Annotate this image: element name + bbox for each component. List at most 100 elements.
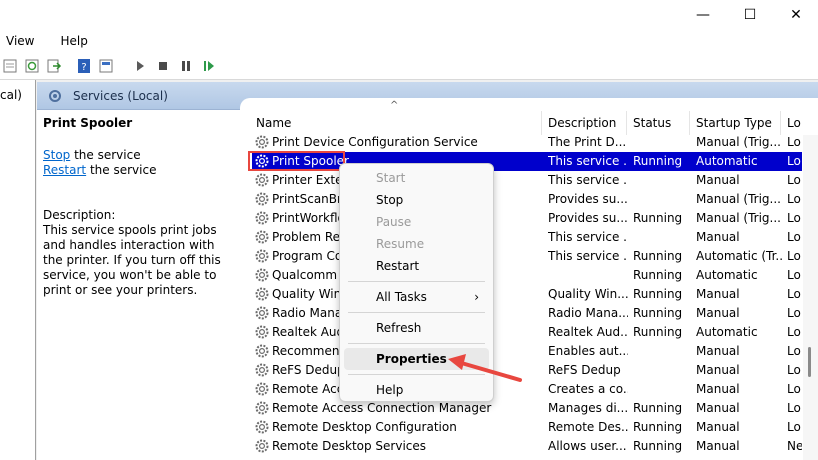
cell-startup-type: Manual bbox=[696, 173, 740, 187]
cell-startup-type: Manual bbox=[696, 439, 740, 453]
minimize-icon: — bbox=[696, 7, 710, 23]
highlight-box bbox=[248, 151, 345, 171]
cell-logon: Lo bbox=[787, 363, 801, 377]
cell-status: Running bbox=[633, 401, 683, 415]
help-toolbar-button[interactable]: ? bbox=[74, 56, 94, 76]
column-header-name[interactable]: Name bbox=[250, 111, 542, 135]
cell-startup-type: Manual (Trig... bbox=[696, 135, 781, 149]
restart-service-link[interactable]: Restart bbox=[43, 163, 86, 177]
pause-icon bbox=[182, 61, 190, 71]
cell-startup-type: Manual bbox=[696, 230, 740, 244]
table-row[interactable]: Radio Manag Radio Mana... Running Manual Lo bbox=[252, 304, 802, 323]
table-row[interactable]: Remote Access Connection Manager Manages … bbox=[252, 399, 802, 418]
menu-item-restart[interactable]: Restart bbox=[344, 255, 489, 277]
cell-logon: Lo bbox=[787, 401, 801, 415]
table-row[interactable]: PrintScanBro Provides su... Manual (Trig..… bbox=[252, 190, 802, 209]
cell-logon: Lo bbox=[787, 325, 801, 339]
menu-item-resume: Resume bbox=[376, 237, 425, 251]
stop-service-link[interactable]: Stop bbox=[43, 148, 70, 162]
menu-item-all-tasks[interactable]: All Tasks › bbox=[344, 286, 489, 308]
table-row[interactable]: Printer Exten This service ... Manual Lo bbox=[252, 171, 802, 190]
cell-status: Running bbox=[633, 211, 683, 225]
service-actions: Stop the service Restart the service bbox=[43, 148, 156, 178]
column-header-status[interactable]: Status bbox=[627, 111, 690, 135]
cell-description: The Print D... bbox=[548, 135, 627, 149]
console-tree: cal) bbox=[0, 80, 36, 460]
cell-description: Enables aut... bbox=[548, 344, 628, 358]
gear-icon bbox=[255, 211, 269, 225]
table-row[interactable]: Quality Wind Quality Win... Running Manual L… bbox=[252, 285, 802, 304]
gear-icon bbox=[255, 287, 269, 301]
gear-icon bbox=[255, 230, 269, 244]
help-icon: ? bbox=[78, 59, 90, 73]
column-header-logon[interactable]: Lo bbox=[781, 111, 803, 135]
cell-startup-type: Automatic bbox=[696, 325, 758, 339]
table-row[interactable]: PrintWorkflo Provides su... Running Manual … bbox=[252, 209, 802, 228]
menu-separator bbox=[348, 312, 485, 313]
gear-icon bbox=[255, 344, 269, 358]
chevron-right-icon: › bbox=[474, 290, 479, 304]
properties-toolbar-button[interactable] bbox=[0, 56, 20, 76]
column-header-description[interactable]: Description bbox=[542, 111, 627, 135]
cell-description: ReFS Dedup bbox=[548, 363, 621, 377]
menu-help[interactable]: Help bbox=[54, 34, 93, 48]
stop-link-suffix: the service bbox=[70, 148, 141, 162]
cell-startup-type: Automatic bbox=[696, 154, 758, 168]
menu-item-refresh[interactable]: Refresh bbox=[344, 317, 489, 339]
cell-logon: Lo bbox=[787, 382, 801, 396]
cell-startup-type: Automatic (Tr... bbox=[696, 249, 784, 263]
cell-logon: Lo bbox=[787, 135, 801, 149]
cell-startup-type: Manual bbox=[696, 344, 740, 358]
cell-name: Print Device Configuration Service bbox=[272, 135, 478, 149]
start-service-button[interactable] bbox=[130, 56, 150, 76]
table-row[interactable]: Print Device Configuration Service The Pr… bbox=[252, 133, 802, 152]
menu-item-pause: Pause bbox=[376, 215, 412, 229]
cell-description: Provides su... bbox=[548, 211, 628, 225]
cell-startup-type: Manual bbox=[696, 306, 740, 320]
scrollbar-thumb[interactable] bbox=[808, 347, 811, 377]
menu-item-stop[interactable]: Stop bbox=[344, 189, 489, 211]
console-icon bbox=[99, 59, 113, 73]
cell-description: This service ... bbox=[548, 173, 628, 187]
cell-status: Running bbox=[633, 306, 683, 320]
gear-icon bbox=[255, 268, 269, 282]
menu-view[interactable]: View bbox=[0, 34, 40, 48]
description-text: This service spools print jobs and handl… bbox=[43, 223, 221, 297]
maximize-button[interactable]: ☐ bbox=[727, 0, 773, 30]
gear-icon bbox=[255, 306, 269, 320]
refresh-icon bbox=[25, 59, 39, 73]
resume-service-button[interactable] bbox=[199, 56, 219, 76]
table-row[interactable]: Problem Rep This service ... Manual Lo bbox=[252, 228, 802, 247]
table-row[interactable]: Qualcomm A Running Automatic Lo bbox=[252, 266, 802, 285]
column-header-startup-type[interactable]: Startup Type bbox=[690, 111, 781, 135]
cell-logon: Lo bbox=[787, 306, 801, 320]
tree-node-services-local[interactable]: cal) bbox=[0, 88, 22, 102]
cell-startup-type: Manual (Trig... bbox=[696, 211, 781, 225]
console-toolbar-button[interactable] bbox=[96, 56, 116, 76]
refresh-toolbar-button[interactable] bbox=[22, 56, 42, 76]
pause-service-button[interactable] bbox=[176, 56, 196, 76]
export-toolbar-button[interactable] bbox=[44, 56, 64, 76]
gear-icon bbox=[255, 420, 269, 434]
minimize-button[interactable]: — bbox=[680, 0, 726, 30]
table-row[interactable]: Remote Desktop Configuration Remote Des..… bbox=[252, 418, 802, 437]
menu-bar: View Help bbox=[0, 30, 818, 52]
menu-item-start: Start bbox=[376, 171, 406, 185]
sheet-icon bbox=[3, 59, 17, 73]
vertical-scrollbar[interactable] bbox=[803, 135, 818, 460]
table-row[interactable]: Remote Desktop Services Allows user... Run… bbox=[252, 437, 802, 456]
table-row[interactable]: Realtek Audi Realtek Aud... Running Automat… bbox=[252, 323, 802, 342]
menu-separator bbox=[348, 281, 485, 282]
gear-icon bbox=[255, 135, 269, 149]
close-button[interactable]: ✕ bbox=[773, 0, 818, 30]
toolbar: ? bbox=[0, 52, 818, 80]
table-row[interactable]: Program Co This service ... Running Automat… bbox=[252, 247, 802, 266]
cell-description: Provides su... bbox=[548, 192, 628, 206]
menu-separator bbox=[348, 343, 485, 344]
cell-status: Running bbox=[633, 154, 683, 168]
cell-logon: Lo bbox=[787, 211, 801, 225]
stop-service-button[interactable] bbox=[153, 56, 173, 76]
cell-logon: Lo bbox=[787, 173, 801, 187]
cell-description: Allows user... bbox=[548, 439, 627, 453]
all-tasks-label: All Tasks bbox=[376, 290, 427, 304]
